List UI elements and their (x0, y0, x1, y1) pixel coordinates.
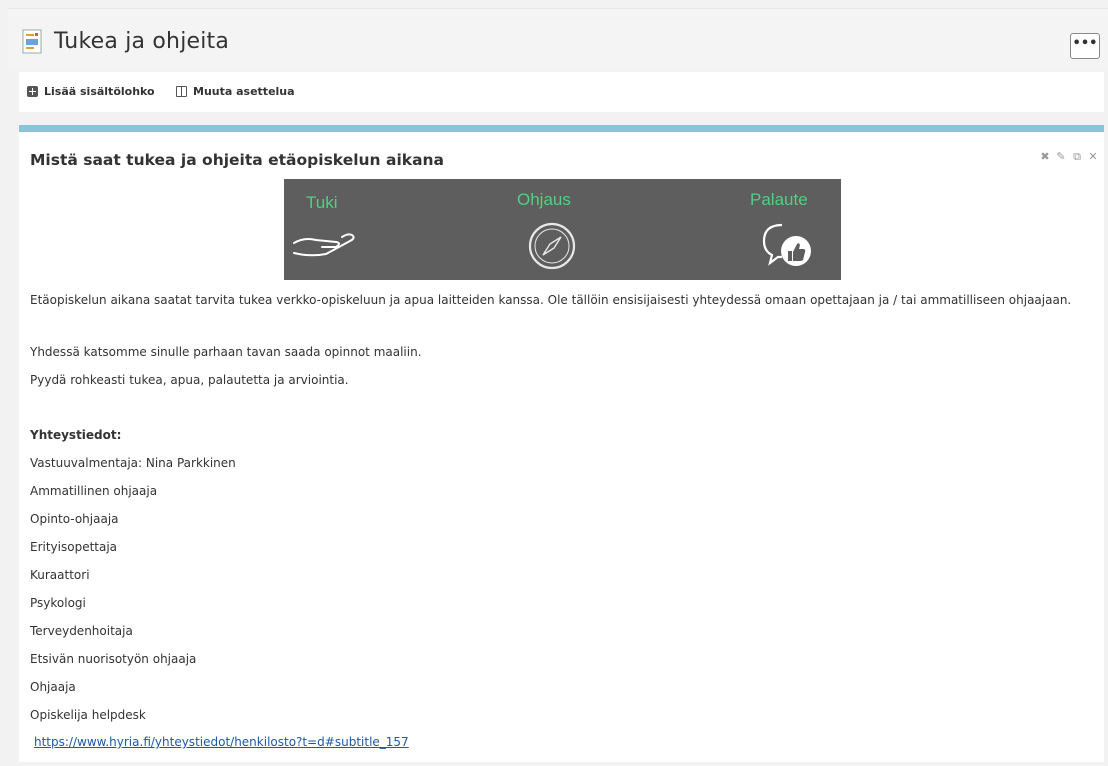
edit-icon[interactable]: ✎ (1056, 150, 1066, 164)
page: Tukea ja ohjeita ••• Lisää sisältölohko … (0, 0, 1108, 766)
page-document-icon (22, 29, 42, 54)
copy-icon[interactable]: ⧉ (1072, 150, 1082, 164)
contact-item: Etsivän nuorisotyön ohjaaja (30, 652, 197, 666)
banner-label-tuki: Tuki (306, 193, 338, 212)
page-header: Tukea ja ohjeita ••• (8, 8, 1108, 71)
add-content-block-button[interactable]: Lisää sisältölohko (27, 85, 155, 98)
contact-item: Ammatillinen ohjaaja (30, 484, 158, 498)
contact-item: Kuraattori (30, 568, 90, 582)
compass-icon (528, 222, 576, 270)
hand-icon (293, 233, 355, 257)
add-content-block-label: Lisää sisältölohko (44, 85, 155, 98)
page-title: Tukea ja ohjeita (54, 29, 230, 54)
contact-item: Vastuuvalmentaja: Nina Parkkinen (30, 456, 236, 470)
staff-link[interactable]: https://www.hyria.fi/yhteystiedot/henkil… (34, 733, 409, 752)
move-icon[interactable]: ✖ (1040, 150, 1050, 164)
block-title: Mistä saat tukea ja ohjeita etäopiskelun… (30, 151, 445, 169)
staff-link-text[interactable]: https://www.hyria.fi/yhteystiedot/henkil… (34, 735, 409, 749)
support-banner-image: Tuki Ohjaus Palaute (284, 179, 841, 280)
feedback-thumbs-up-icon (762, 223, 811, 266)
toolbar: Lisää sisältölohko Muuta asettelua (19, 72, 1104, 112)
contact-item: Erityisopettaja (30, 540, 118, 554)
paragraph-3: Pyydä rohkeasti tukea, apua, palautetta … (30, 373, 349, 387)
close-icon[interactable]: ✕ (1088, 150, 1098, 164)
change-layout-button[interactable]: Muuta asettelua (176, 85, 295, 98)
block-controls: ✖ ✎ ⧉ ✕ (1040, 150, 1098, 164)
contacts-heading: Yhteystiedot: (30, 428, 122, 442)
contact-item: Ohjaaja (30, 680, 76, 694)
layout-icon (176, 86, 187, 97)
contact-item: Terveydenhoitaja (30, 624, 133, 638)
intro-paragraph: Etäopiskelun aikana saatat tarvita tukea… (30, 293, 1072, 307)
change-layout-label: Muuta asettelua (193, 85, 295, 98)
banner-label-palaute: Palaute (750, 190, 808, 209)
banner-label-ohjaus: Ohjaus (517, 190, 571, 209)
plus-icon (27, 86, 38, 97)
more-options-button[interactable]: ••• (1070, 33, 1100, 59)
contact-item: Opinto-ohjaaja (30, 512, 119, 526)
paragraph-2: Yhdessä katsomme sinulle parhaan tavan s… (30, 345, 422, 359)
contact-item: Psykologi (30, 596, 86, 610)
contact-item: Opiskelija helpdesk (30, 708, 146, 722)
content-block: Mistä saat tukea ja ohjeita etäopiskelun… (19, 125, 1104, 762)
